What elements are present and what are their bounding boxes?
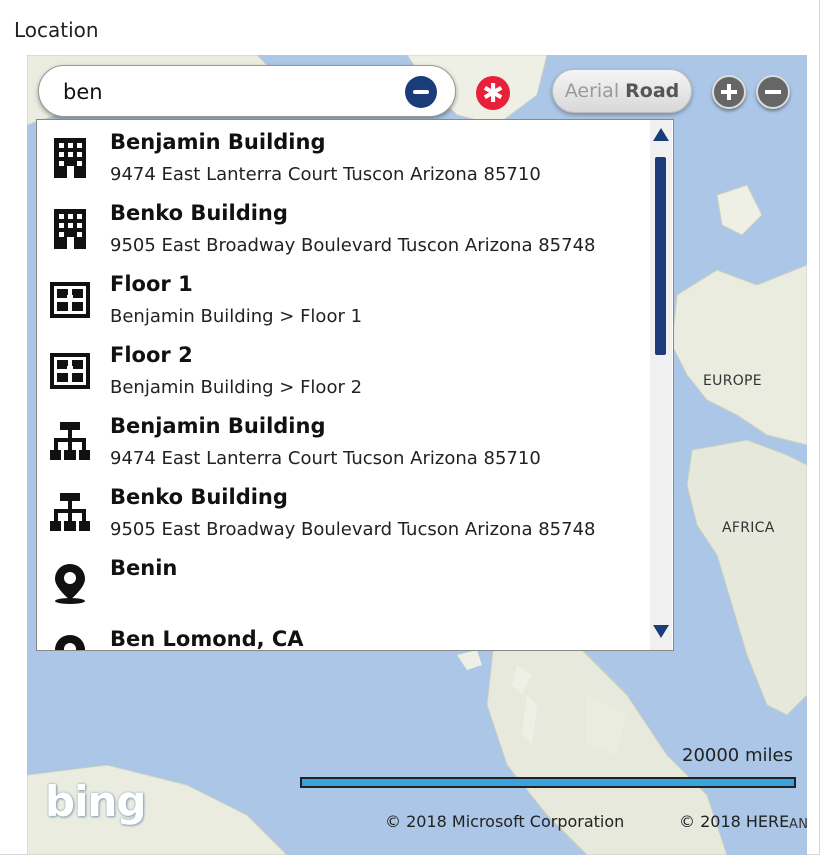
result-title: Benko Building [110,201,288,225]
map-pin-icon [55,635,85,650]
floor-plan-icon [50,353,90,389]
result-item[interactable]: Floor 1 Benjamin Building > Floor 1 [37,262,649,332]
search-input[interactable] [61,76,395,108]
result-title: Benjamin Building [110,130,326,154]
building-icon [54,209,86,249]
map-label-europe: EUROPE [703,373,762,389]
hierarchy-icon [50,422,90,460]
scale-label: 20000 miles [682,745,793,766]
building-icon [54,138,86,178]
hierarchy-icon [50,493,90,531]
map-view-toggle[interactable]: Aerial Road [552,69,692,113]
result-subtitle: 9505 East Broadway Boulevard Tuscon Ariz… [110,235,596,256]
result-title: Floor 1 [110,272,193,296]
section-title: Location [14,18,99,42]
map-label-africa: AFRICA [722,520,775,536]
result-title: Ben Lomond, CA [110,627,304,651]
copyright-microsoft: © 2018 Microsoft Corporation [385,812,625,831]
result-subtitle: Benjamin Building > Floor 1 [110,306,363,327]
search-box [38,65,456,117]
result-title: Benin [110,556,178,580]
search-button[interactable] [405,76,437,108]
floor-plan-icon [50,282,90,318]
result-title: Benjamin Building [110,414,326,438]
location-panel: Location EUROPE AFRICA AN 20000 miles bi… [0,0,820,855]
result-item[interactable]: Benko Building 9505 East Broadway Boulev… [37,475,649,545]
asterisk-icon: ✱ [482,79,504,109]
bing-logo: bing [45,777,146,826]
scale-bar [300,777,796,788]
result-item[interactable]: Floor 2 Benjamin Building > Floor 2 [37,333,649,403]
zoom-out-button[interactable] [756,75,790,109]
scroll-thumb[interactable] [655,157,666,355]
result-item[interactable]: Benjamin Building 9474 East Lanterra Cou… [37,120,649,190]
clear-search-button[interactable]: ✱ [476,76,510,110]
view-road-option[interactable]: Road [625,80,679,102]
result-item[interactable]: Benin [37,546,649,616]
result-title: Benko Building [110,485,288,509]
scroll-up-arrow-icon[interactable] [653,128,669,141]
plus-icon-v [727,84,731,100]
result-subtitle: Benjamin Building > Floor 2 [110,377,363,398]
copyright-here: © 2018 HERE [679,812,790,831]
search-results-dropdown[interactable]: Benjamin Building 9474 East Lanterra Cou… [36,119,674,651]
result-subtitle: 9474 East Lanterra Court Tucson Arizona … [110,448,541,469]
result-item[interactable]: Ben Lomond, CA [37,617,649,651]
minus-icon [765,90,781,94]
result-title: Floor 2 [110,343,193,367]
scroll-down-arrow-icon[interactable] [653,625,669,638]
result-item[interactable]: Benjamin Building 9474 East Lanterra Cou… [37,404,649,474]
map-label-an: AN [789,817,807,832]
view-aerial-option[interactable]: Aerial [565,80,619,102]
result-item[interactable]: Benko Building 9505 East Broadway Boulev… [37,191,649,261]
bing-logo-text: bing [45,777,146,826]
result-subtitle: 9505 East Broadway Boulevard Tucson Ariz… [110,519,596,540]
map-pin-icon [55,564,85,604]
result-subtitle: 9474 East Lanterra Court Tuscon Arizona … [110,164,541,185]
zoom-in-button[interactable] [712,75,746,109]
results-scrollbar[interactable] [650,120,672,650]
